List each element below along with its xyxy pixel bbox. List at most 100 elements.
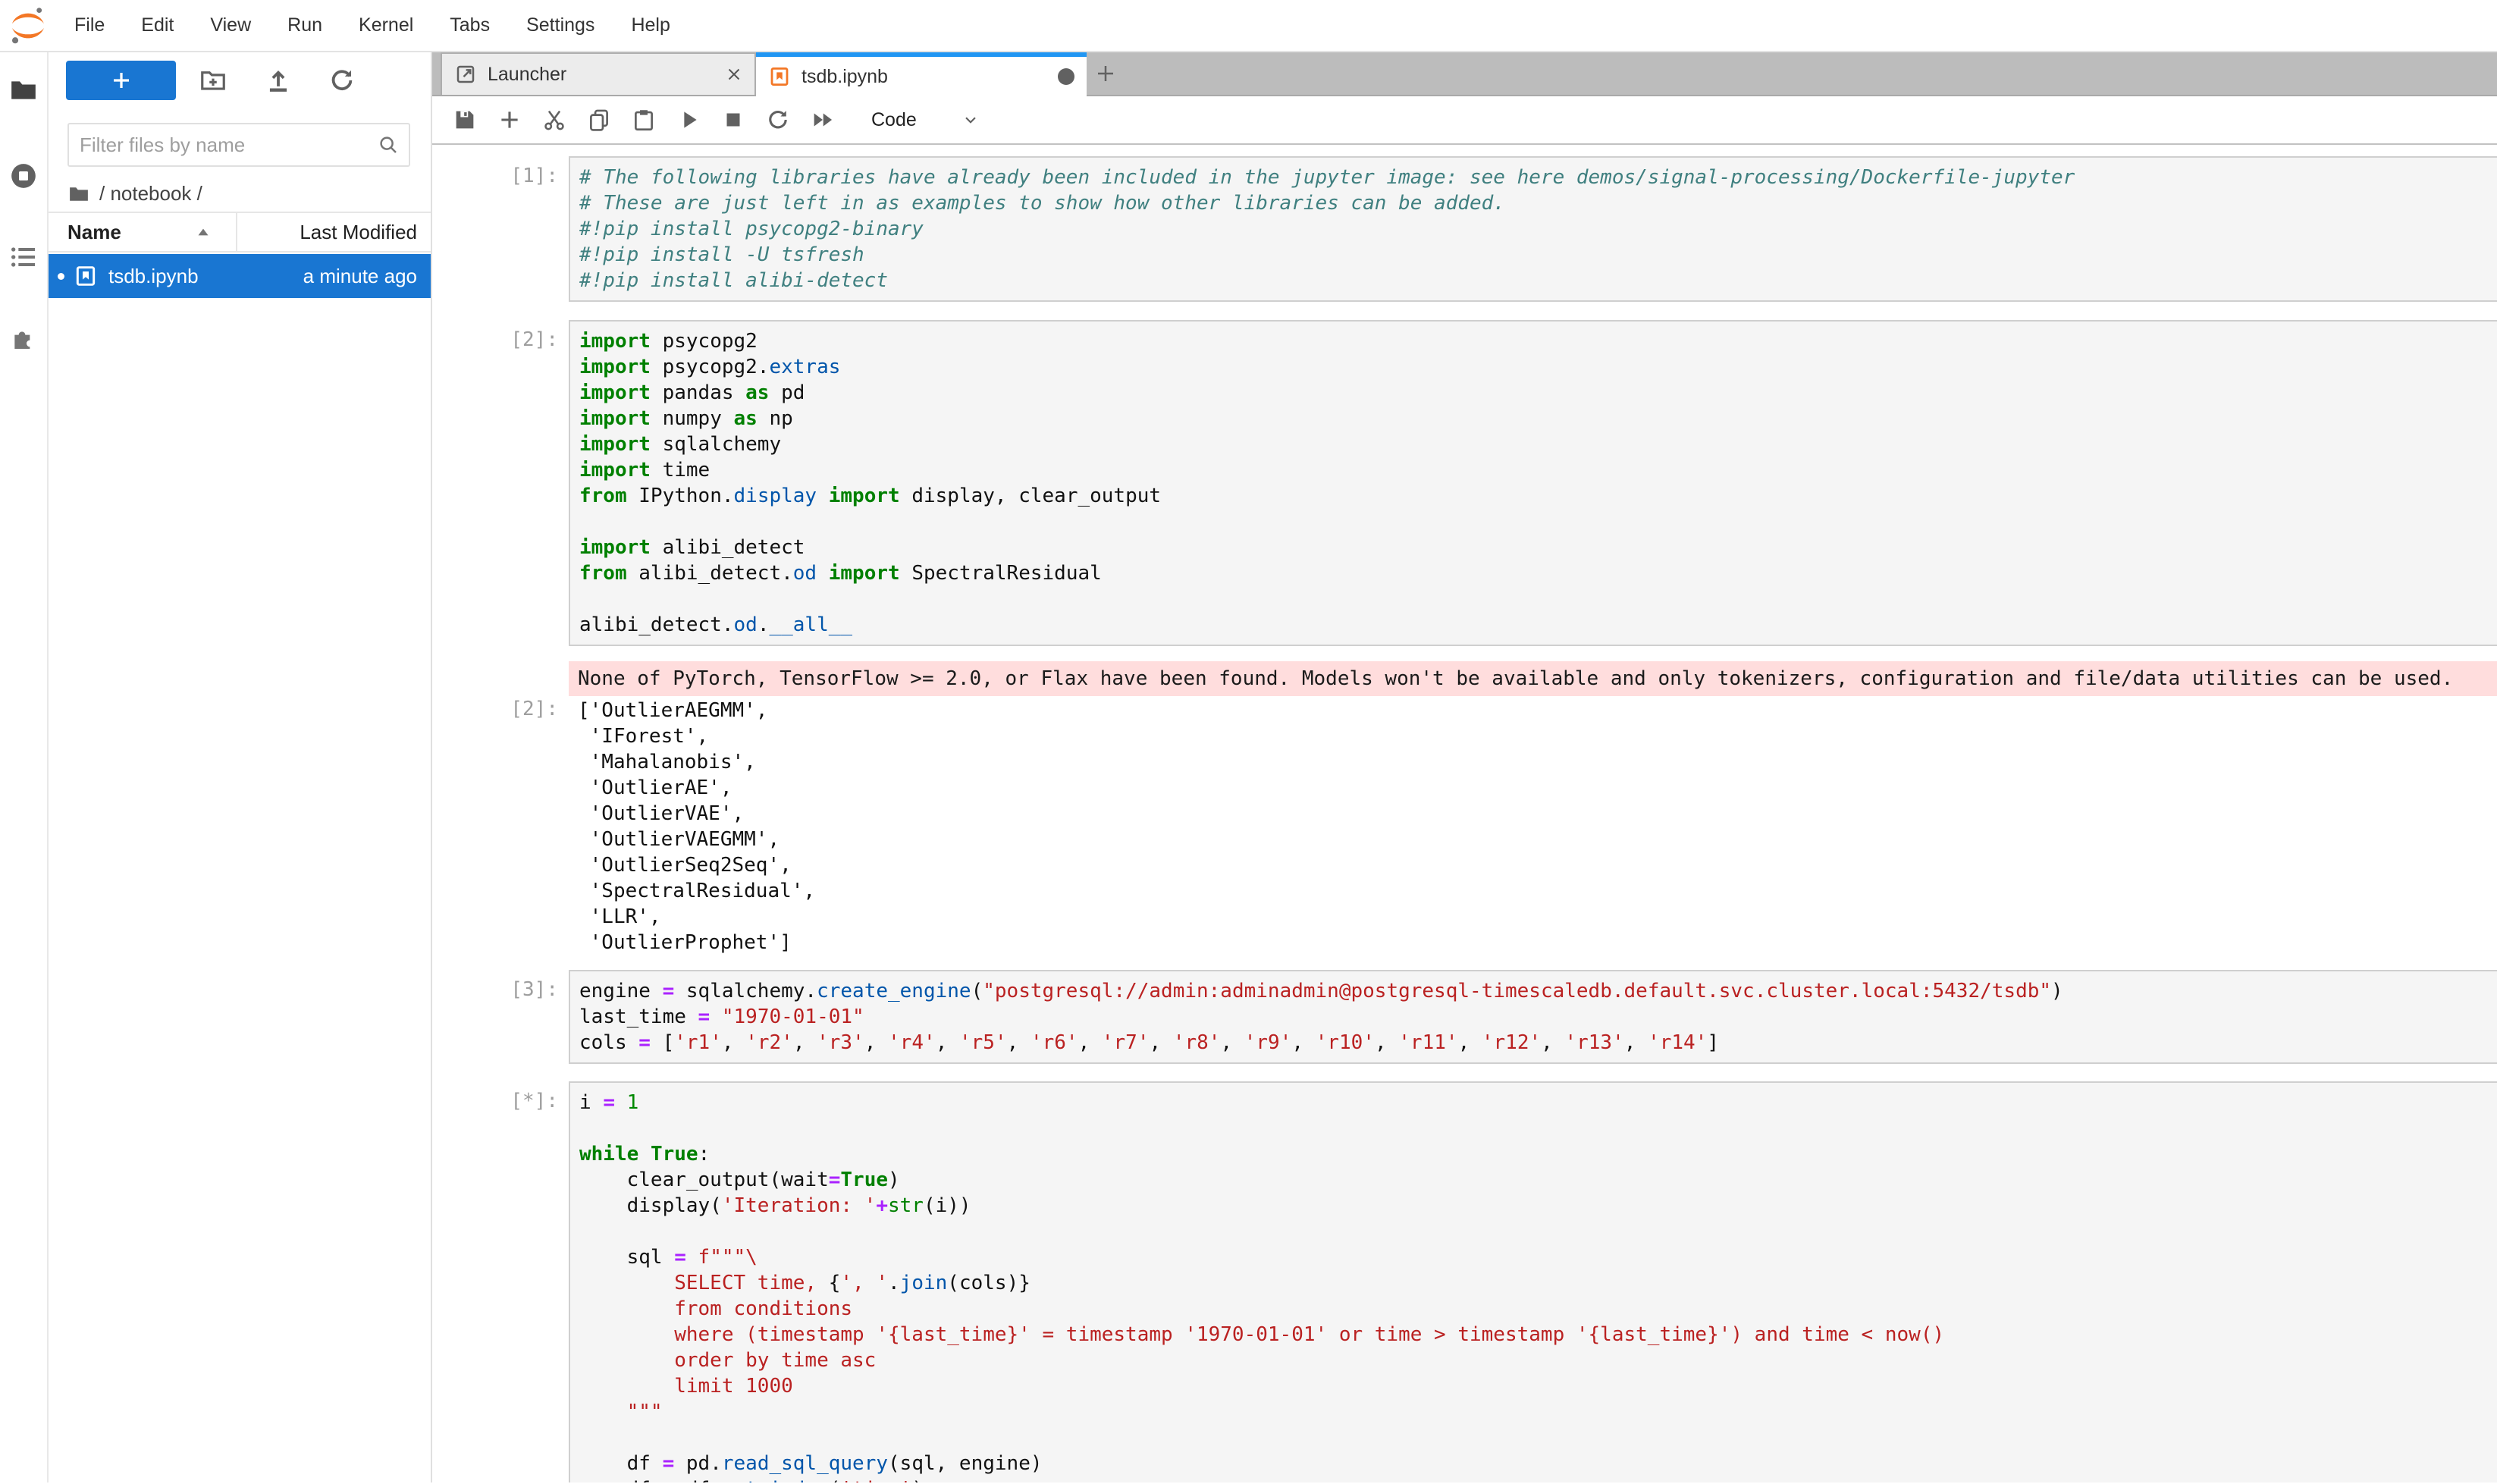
menu-file[interactable]: File [56, 0, 123, 51]
file-browser-toolbar [49, 59, 431, 102]
code-line: i = 1 [579, 1090, 2497, 1115]
output-cell: [2]:['OutlierAEGMM', 'IForest', 'Mahalan… [432, 698, 2497, 955]
code-line: import numpy as np [579, 406, 2497, 431]
restart-kernel-button[interactable] [765, 107, 791, 133]
cell-prompt: [*]: [432, 1081, 569, 1112]
cell-editor[interactable]: # The following libraries have already b… [569, 156, 2497, 302]
file-modified: a minute ago [303, 265, 417, 288]
left-sidebar-strip [0, 52, 49, 1482]
insert-cell-button[interactable] [497, 107, 522, 133]
code-line [579, 1425, 2497, 1451]
menu-run[interactable]: Run [269, 0, 340, 51]
refresh-button[interactable] [328, 66, 356, 95]
code-line: last_time = "1970-01-01" [579, 1004, 2497, 1030]
interrupt-kernel-button[interactable] [720, 107, 746, 133]
sort-caret-icon[interactable] [193, 222, 213, 242]
stderr-output: None of PyTorch, TensorFlow >= 2.0, or F… [432, 661, 2497, 696]
tab-tsdb-label: tsdb.ipynb [801, 66, 888, 88]
breadcrumb[interactable]: / notebook / [67, 182, 202, 206]
code-line: import sqlalchemy [579, 431, 2497, 457]
menu-view[interactable]: View [192, 0, 269, 51]
code-line: 'Mahalanobis', [578, 749, 2497, 775]
code-line: 'LLR', [578, 904, 2497, 930]
code-line: display('Iteration: '+str(i)) [579, 1193, 2497, 1219]
code-line: df = pd.read_sql_query(sql, engine) [579, 1451, 2497, 1476]
code-line [579, 586, 2497, 612]
folder-icon[interactable] [67, 183, 90, 206]
run-cell-button[interactable] [676, 107, 701, 133]
tab-launcher[interactable]: Launcher [441, 52, 756, 95]
code-line: cols = ['r1', 'r2', 'r3', 'r4', 'r5', 'r… [579, 1030, 2497, 1056]
paste-cells-button[interactable] [631, 107, 657, 133]
code-line: """ [579, 1399, 2497, 1425]
code-line [579, 1115, 2497, 1141]
code-line: clear_output(wait=True) [579, 1167, 2497, 1193]
cut-cells-button[interactable] [541, 107, 567, 133]
code-line: import pandas as pd [579, 380, 2497, 406]
code-cell: [1]: # The following libraries have alrea… [432, 156, 2497, 302]
code-line: 'IForest', [578, 723, 2497, 749]
file-list-header: Name Last Modified [49, 212, 431, 253]
column-name[interactable]: Name [67, 221, 121, 244]
column-last-modified[interactable]: Last Modified [300, 221, 417, 244]
unsaved-changes-dot-icon[interactable] [1058, 68, 1074, 85]
new-folder-button[interactable] [199, 66, 227, 95]
notebook-toolbar: Code [432, 96, 2497, 145]
file-row-tsdb[interactable]: tsdb.ipynb a minute ago [49, 254, 431, 298]
code-line: 'SpectralResidual', [578, 878, 2497, 904]
code-line: import psycopg2.extras [579, 354, 2497, 380]
code-line: #!pip install alibi-detect [579, 268, 2497, 293]
cell-editor[interactable]: i = 1 while True: clear_output(wait=True… [569, 1081, 2497, 1482]
notebook-cells: [1]: # The following libraries have alrea… [432, 145, 2497, 1482]
menu-help[interactable]: Help [613, 0, 688, 51]
filter-files-input[interactable] [69, 133, 377, 158]
search-icon [377, 133, 400, 156]
dock-tab-bar: Launcher tsdb.ipynb [432, 52, 2497, 96]
tab-tsdb-notebook[interactable]: tsdb.ipynb [756, 52, 1087, 96]
breadcrumb-path[interactable]: / notebook / [99, 182, 202, 206]
save-button[interactable] [452, 107, 478, 133]
filter-files-box [67, 123, 410, 167]
menu-kernel[interactable]: Kernel [340, 0, 431, 51]
file-name: tsdb.ipynb [108, 265, 199, 288]
copy-cells-button[interactable] [586, 107, 612, 133]
code-line: while True: [579, 1141, 2497, 1167]
code-line: import time [579, 457, 2497, 483]
cell-type-select[interactable]: Code [871, 109, 917, 131]
cell-editor[interactable]: engine = sqlalchemy.create_engine("postg… [569, 970, 2497, 1064]
new-tab-button[interactable] [1087, 52, 1125, 95]
code-line [579, 509, 2497, 535]
code-line: 'OutlierAE', [578, 775, 2497, 801]
code-line: # The following libraries have already b… [579, 165, 2497, 190]
code-line [579, 1219, 2497, 1244]
code-line: import psycopg2 [579, 328, 2497, 354]
menu-tabs[interactable]: Tabs [431, 0, 508, 51]
column-divider [236, 213, 237, 251]
file-browser-icon[interactable] [8, 75, 39, 105]
menu-bar: File Edit View Run Kernel Tabs Settings … [0, 0, 2497, 52]
running-kernels-icon[interactable] [8, 161, 39, 191]
code-line: where (timestamp '{last_time}' = timesta… [579, 1322, 2497, 1348]
menu-edit[interactable]: Edit [123, 0, 192, 51]
code-line: 'OutlierProphet'] [578, 930, 2497, 955]
extensions-puzzle-icon[interactable] [8, 322, 39, 353]
cell-editor[interactable]: import psycopg2import psycopg2.extrasimp… [569, 320, 2497, 646]
tab-launcher-label: Launcher [488, 64, 566, 86]
cell-output-text: ['OutlierAEGMM', 'IForest', 'Mahalanobis… [569, 698, 2497, 955]
plus-icon [110, 69, 133, 92]
close-tab-icon[interactable] [724, 64, 744, 84]
code-line: 'OutlierVAE', [578, 801, 2497, 827]
restart-run-all-button[interactable] [810, 107, 836, 133]
code-line: #!pip install -U tsfresh [579, 242, 2497, 268]
cell-prompt: [1]: [432, 156, 569, 187]
chevron-down-icon[interactable] [961, 110, 980, 130]
code-line: from alibi_detect.od import SpectralResi… [579, 560, 2497, 586]
notebook-tab-icon [768, 65, 791, 88]
table-of-contents-icon[interactable] [8, 242, 39, 272]
code-line: engine = sqlalchemy.create_engine("postg… [579, 978, 2497, 1004]
cell-prompt: [2]: [432, 320, 569, 351]
menu-settings[interactable]: Settings [508, 0, 613, 51]
new-launcher-button[interactable] [66, 61, 176, 100]
running-dot-icon [58, 273, 64, 280]
upload-button[interactable] [264, 66, 293, 95]
